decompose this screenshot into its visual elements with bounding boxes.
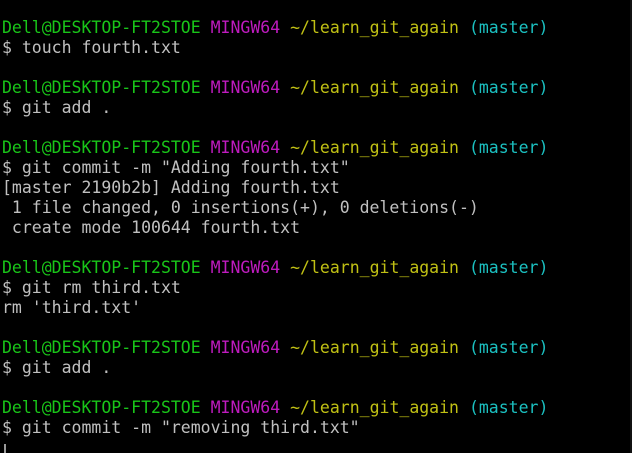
prompt-line: Dell@DESKTOP-FT2STOE MINGW64 ~/learn_git… — [2, 398, 548, 418]
prompt-path: ~/learn_git_again — [290, 78, 459, 97]
prompt-branch: (master) — [468, 398, 549, 417]
prompt-line: Dell@DESKTOP-FT2STOE MINGW64 ~/learn_git… — [2, 18, 548, 38]
prompt-user-host: Dell@DESKTOP-FT2STOE — [2, 258, 201, 277]
prompt-path: ~/learn_git_again — [290, 258, 459, 277]
output-line: rm 'third.txt' — [2, 298, 142, 317]
prompt-line: Dell@DESKTOP-FT2STOE MINGW64 ~/learn_git… — [2, 78, 548, 98]
prompt-branch: (master) — [468, 138, 549, 157]
command-line: $ git commit -m "removing third.txt" — [2, 418, 360, 437]
prompt-user-host: Dell@DESKTOP-FT2STOE — [2, 398, 201, 417]
command-line: $ touch fourth.txt — [2, 38, 181, 57]
terminal-output: Dell@DESKTOP-FT2STOE MINGW64 ~/learn_git… — [2, 18, 548, 438]
command-line: $ git add . — [2, 358, 112, 377]
prompt-branch: (master) — [468, 258, 549, 277]
command-line: $ git add . — [2, 98, 112, 117]
prompt-system: MINGW64 — [210, 18, 281, 37]
output-line: create mode 100644 fourth.txt — [2, 218, 301, 237]
prompt-user-host: Dell@DESKTOP-FT2STOE — [2, 338, 201, 357]
command-line: $ git commit -m "Adding fourth.txt" — [2, 158, 350, 177]
prompt-branch: (master) — [468, 338, 549, 357]
prompt-line: Dell@DESKTOP-FT2STOE MINGW64 ~/learn_git… — [2, 258, 548, 278]
prompt-path: ~/learn_git_again — [290, 398, 459, 417]
text-cursor — [4, 444, 6, 453]
prompt-user-host: Dell@DESKTOP-FT2STOE — [2, 138, 201, 157]
prompt-system: MINGW64 — [210, 138, 281, 157]
prompt-line: Dell@DESKTOP-FT2STOE MINGW64 ~/learn_git… — [2, 338, 548, 358]
prompt-branch: (master) — [468, 18, 549, 37]
prompt-system: MINGW64 — [210, 258, 281, 277]
prompt-path: ~/learn_git_again — [290, 338, 459, 357]
prompt-system: MINGW64 — [210, 398, 281, 417]
prompt-branch: (master) — [468, 78, 549, 97]
output-line: 1 file changed, 0 insertions(+), 0 delet… — [2, 198, 479, 217]
prompt-path: ~/learn_git_again — [290, 138, 459, 157]
command-line: $ git rm third.txt — [2, 278, 181, 297]
prompt-path: ~/learn_git_again — [290, 18, 459, 37]
prompt-line: Dell@DESKTOP-FT2STOE MINGW64 ~/learn_git… — [2, 138, 548, 158]
prompt-user-host: Dell@DESKTOP-FT2STOE — [2, 78, 201, 97]
output-line: [master 2190b2b] Adding fourth.txt — [2, 178, 340, 197]
terminal-window[interactable]: Dell@DESKTOP-FT2STOE MINGW64 ~/learn_git… — [0, 0, 632, 453]
prompt-system: MINGW64 — [210, 78, 281, 97]
prompt-user-host: Dell@DESKTOP-FT2STOE — [2, 18, 201, 37]
prompt-system: MINGW64 — [210, 338, 281, 357]
